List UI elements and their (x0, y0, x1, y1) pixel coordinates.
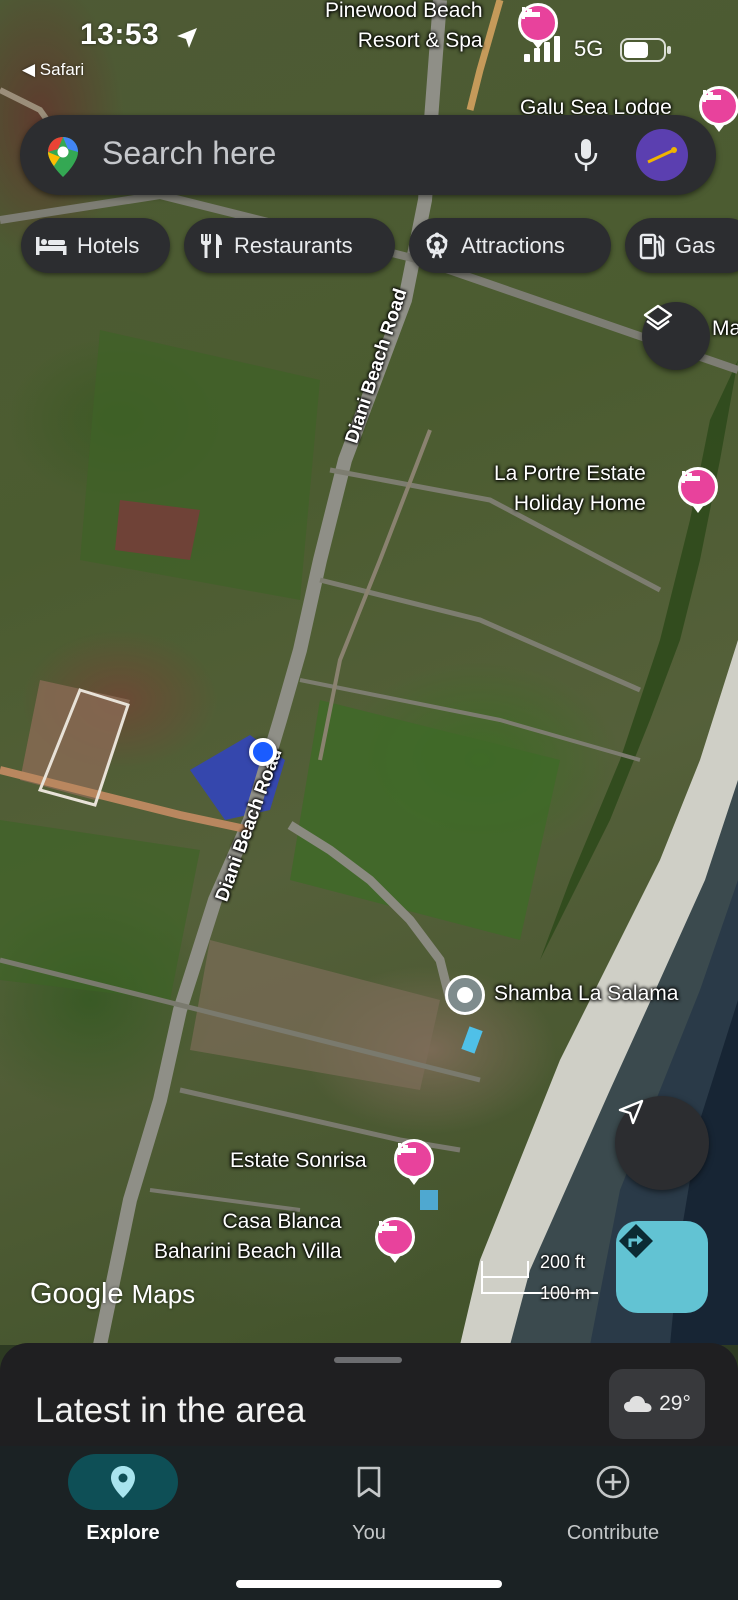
avatar-image (647, 147, 677, 164)
bed-icon (682, 471, 700, 483)
place-label-pinewood[interactable]: Pinewood Beach Resort & Spa (325, 0, 483, 56)
chip-label: Attractions (461, 232, 565, 258)
hotel-pin-casablanca[interactable] (375, 1217, 415, 1263)
home-indicator[interactable] (236, 1580, 502, 1588)
location-pin-icon (111, 1466, 135, 1498)
bed-icon (36, 236, 67, 255)
network-type: 5G (574, 36, 604, 61)
chip-hotels[interactable]: Hotels (21, 218, 170, 273)
place-label-sonrisa[interactable]: Estate Sonrisa (230, 1146, 367, 1176)
layers-icon (643, 304, 673, 331)
hotel-pin-galu[interactable] (699, 86, 738, 132)
nav-label: You (352, 1522, 386, 1544)
bed-icon (522, 7, 540, 19)
nav-label: Explore (86, 1522, 160, 1544)
chip-restaurants[interactable]: Restaurants (184, 218, 395, 273)
scale-feet: 200 ft (540, 1252, 586, 1272)
navigation-arrow-icon (618, 1099, 644, 1125)
hotel-pin-laportre[interactable] (678, 467, 718, 513)
bookmark-icon (357, 1466, 381, 1498)
bottom-navigation: Explore You Contribute (0, 1446, 738, 1600)
bed-icon (398, 1143, 416, 1155)
search-bar[interactable]: Search here (20, 115, 716, 195)
nav-you-indicator (314, 1454, 424, 1510)
ferris-wheel-icon (426, 232, 448, 258)
google-maps-pin-icon (48, 137, 78, 177)
nav-explore[interactable]: Explore (43, 1454, 203, 1545)
back-to-safari[interactable]: ◀ Safari (22, 60, 84, 80)
gas-pump-icon (639, 233, 665, 259)
bottom-sheet[interactable]: Latest in the area 29° (0, 1343, 738, 1448)
sheet-drag-handle[interactable] (334, 1357, 402, 1363)
bed-icon (703, 90, 721, 102)
place-label-shamba[interactable]: Shamba La Salama (494, 979, 678, 1009)
weather-temperature: 29° (659, 1392, 691, 1415)
search-input[interactable]: Search here (102, 135, 276, 172)
cloud-icon (624, 1396, 652, 1412)
place-pin-shamba[interactable] (445, 975, 485, 1015)
directions-button[interactable] (616, 1221, 708, 1313)
google-maps-logo: Google Maps (30, 1278, 196, 1310)
nav-label: Contribute (566, 1522, 660, 1544)
place-label-edge: Ma (712, 317, 738, 340)
map-canvas[interactable]: Pinewood Beach Resort & Spa Galu Sea Lod… (0, 0, 738, 1345)
bed-icon (379, 1221, 397, 1233)
hotel-pin-sonrisa[interactable] (394, 1139, 434, 1185)
microphone-icon[interactable] (572, 137, 600, 173)
chip-label: Hotels (77, 232, 140, 258)
status-time: 13:53 (80, 18, 160, 51)
place-label-casablanca[interactable]: Casa Blanca Baharini Beach Villa (154, 1207, 342, 1267)
nav-you[interactable]: You (289, 1454, 449, 1545)
location-arrow-icon (177, 28, 197, 48)
weather-chip[interactable]: 29° (609, 1369, 705, 1439)
signal-icon (524, 36, 560, 62)
profile-avatar[interactable] (636, 129, 688, 181)
chip-attractions[interactable]: Attractions (409, 218, 611, 273)
fork-knife-icon (201, 233, 222, 258)
place-label-laportre[interactable]: La Portre Estate Holiday Home (494, 459, 646, 519)
recenter-button[interactable] (615, 1096, 709, 1190)
battery-icon (620, 38, 671, 62)
nav-contribute[interactable]: Contribute (533, 1454, 693, 1545)
nav-explore-indicator (68, 1454, 178, 1510)
scale-meters: 100 m (540, 1283, 591, 1303)
directions-icon (619, 1224, 653, 1258)
chip-label: Restaurants (234, 232, 353, 258)
nav-contribute-indicator (558, 1454, 668, 1510)
chip-gas[interactable]: Gas (625, 218, 738, 273)
layers-button[interactable] (642, 302, 710, 370)
chip-label: Gas (675, 232, 716, 258)
current-location-dot (249, 738, 277, 766)
sheet-title: Latest in the area (35, 1391, 306, 1430)
add-circle-icon (596, 1465, 630, 1499)
